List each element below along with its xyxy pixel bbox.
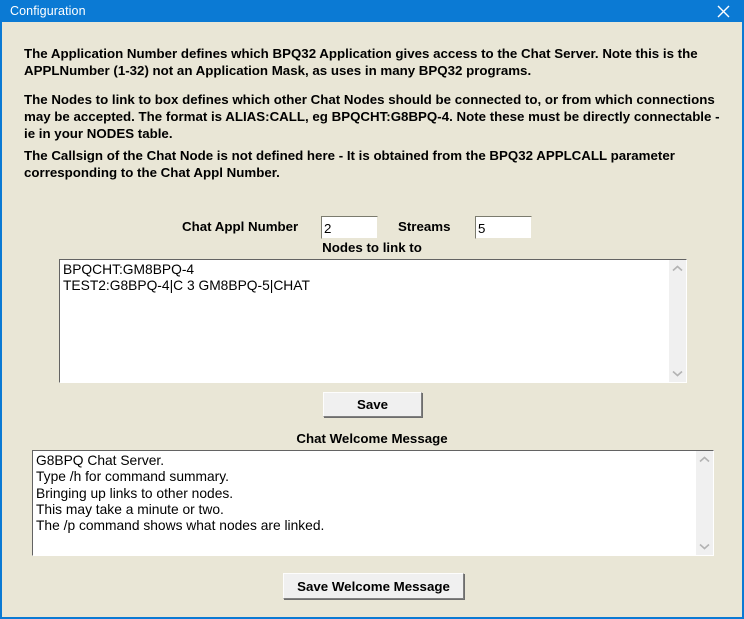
close-icon[interactable] [700, 0, 742, 22]
help-paragraph-callsign: The Callsign of the Chat Node is not def… [24, 148, 679, 180]
dialog-body: The Application Number defines which BPQ… [2, 22, 742, 615]
chat-appl-number-label: Chat Appl Number [182, 219, 299, 234]
save-welcome-message-button[interactable]: Save Welcome Message [283, 573, 464, 599]
chat-welcome-message-box [32, 450, 714, 556]
title-bar: Configuration [2, 0, 742, 22]
save-button[interactable]: Save [323, 392, 422, 417]
nodes-to-link-to-box [59, 259, 687, 383]
streams-input[interactable] [475, 216, 532, 239]
chat-welcome-message-textarea[interactable] [33, 451, 695, 555]
window-title: Configuration [10, 4, 86, 18]
streams-label: Streams [398, 219, 451, 234]
nodes-scrollbar[interactable] [668, 260, 686, 382]
chat-welcome-message-label: Chat Welcome Message [296, 431, 448, 446]
welcome-scrollbar[interactable] [695, 451, 713, 555]
help-paragraph-application-number: The Application Number defines which BPQ… [24, 46, 701, 78]
help-paragraph-nodes-format: The Nodes to link to box defines which o… [24, 92, 724, 141]
chevron-down-icon[interactable] [669, 365, 686, 382]
nodes-to-link-to-textarea[interactable] [60, 260, 668, 382]
chat-appl-number-input[interactable] [321, 216, 378, 239]
configuration-window: Configuration The Application Number def… [0, 0, 744, 619]
nodes-to-link-to-label: Nodes to link to [322, 240, 422, 255]
chevron-down-icon[interactable] [696, 538, 713, 555]
chevron-up-icon[interactable] [696, 451, 713, 468]
chevron-up-icon[interactable] [669, 260, 686, 277]
